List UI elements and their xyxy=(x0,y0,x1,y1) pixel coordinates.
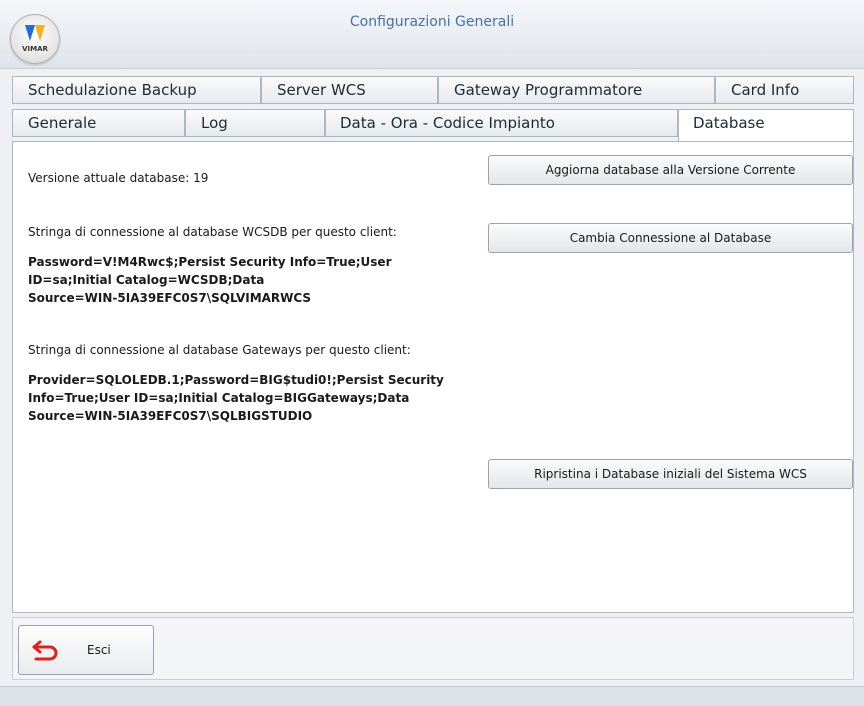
status-bar xyxy=(0,686,864,706)
wcsdb-connection-line-2: ID=sa;Initial Catalog=WCSDB;Data xyxy=(28,273,265,287)
tab-log[interactable]: Log xyxy=(185,109,325,137)
return-arrow-icon xyxy=(32,640,58,661)
gateways-connection-line-1: Provider=SQLOLEDB.1;Password=BIG$tudi0!;… xyxy=(28,373,444,387)
title-bar: VIMAR Configurazioni Generali xyxy=(0,0,864,69)
tab-card-info[interactable]: Card Info xyxy=(715,76,854,104)
tab-generale[interactable]: Generale xyxy=(12,109,185,137)
database-panel: Versione attuale database: 19 Aggiorna d… xyxy=(12,141,854,613)
gateways-connection-label: Stringa di connessione al database Gatew… xyxy=(28,343,411,357)
tab-row-2: Generale Log Data - Ora - Codice Impiant… xyxy=(12,109,854,142)
restore-databases-button[interactable]: Ripristina i Database iniziali del Siste… xyxy=(488,459,853,489)
exit-button[interactable]: Esci xyxy=(18,625,154,675)
wcsdb-connection-line-3: Source=WIN-5IA39EFC0S7\SQLVIMARWCS xyxy=(28,291,312,305)
bottom-toolbar: Esci xyxy=(12,617,854,680)
change-connection-button[interactable]: Cambia Connessione al Database xyxy=(488,223,853,253)
update-database-button[interactable]: Aggiorna database alla Versione Corrente xyxy=(488,155,853,185)
wcsdb-connection-label: Stringa di connessione al database WCSDB… xyxy=(28,225,397,239)
configuration-window: VIMAR Configurazioni Generali Schedulazi… xyxy=(0,0,864,706)
tab-database[interactable]: Database xyxy=(678,109,854,142)
exit-button-label: Esci xyxy=(87,643,111,657)
tab-gateway-programmatore[interactable]: Gateway Programmatore xyxy=(438,76,715,104)
logo-text: VIMAR xyxy=(22,45,48,53)
wcsdb-connection-line-1: Password=V!M4Rwc$;Persist Security Info=… xyxy=(28,255,392,269)
window-title: Configurazioni Generali xyxy=(349,14,515,30)
tab-server-wcs[interactable]: Server WCS xyxy=(261,76,438,104)
gateways-connection-line-2: Info=True;User ID=sa;Initial Catalog=BIG… xyxy=(28,391,410,405)
tab-data-ora-codice-impianto[interactable]: Data - Ora - Codice Impianto xyxy=(325,109,678,137)
gateways-connection-line-3: Source=WIN-5IA39EFC0S7\SQLBIGSTUDIO xyxy=(28,409,313,423)
database-version-label: Versione attuale database: 19 xyxy=(28,171,209,185)
tab-schedulazione-backup[interactable]: Schedulazione Backup xyxy=(12,76,261,104)
tab-row-1: Schedulazione Backup Server WCS Gateway … xyxy=(12,76,854,104)
